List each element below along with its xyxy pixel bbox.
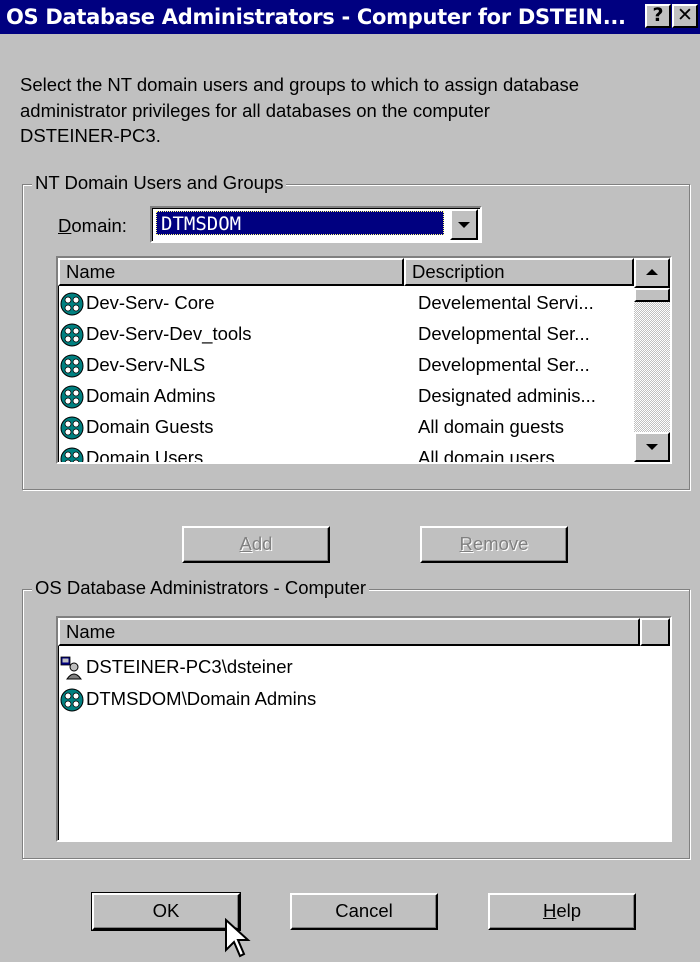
- domain-dropdown-button[interactable]: [450, 209, 478, 240]
- domain-users-list[interactable]: Name Description Dev-Serv- Core Develeme…: [56, 256, 672, 464]
- help-button[interactable]: Help: [488, 893, 636, 930]
- remove-label: emove: [472, 533, 529, 554]
- group-icon: [60, 385, 84, 409]
- list-item-description: Develemental Servi...: [418, 292, 594, 313]
- close-title-button[interactable]: ✕: [672, 4, 698, 28]
- help-label: elp: [556, 900, 582, 921]
- help-title-button[interactable]: ?: [645, 4, 671, 28]
- list-item[interactable]: Domain Users All domain users: [58, 443, 670, 464]
- nt-domain-group-legend: NT Domain Users and Groups: [32, 172, 287, 193]
- column-header-name[interactable]: Name: [58, 618, 640, 646]
- user-icon: [60, 656, 82, 680]
- os-db-admins-group-legend: OS Database Administrators - Computer: [32, 577, 370, 598]
- list-item[interactable]: DSTEINER-PC3\dsteiner: [58, 652, 670, 682]
- group-icon: [60, 323, 84, 347]
- list-item[interactable]: Dev-Serv-Dev_tools Developmental Ser...: [58, 319, 670, 350]
- domain-combobox[interactable]: DTMSDOM: [150, 206, 482, 243]
- list-item-description: Developmental Ser...: [418, 323, 590, 344]
- scroll-down-button[interactable]: [634, 432, 670, 462]
- group-icon: [60, 416, 84, 440]
- list-item[interactable]: DTMSDOM\Domain Admins: [58, 684, 670, 714]
- chevron-down-icon: [458, 222, 470, 228]
- scroll-up-button[interactable]: [634, 258, 670, 288]
- list-item-name: DTMSDOM\Domain Admins: [86, 688, 317, 709]
- instructions-line-3: DSTEINER-PC3.: [20, 125, 161, 146]
- domain-label-text: omain:: [71, 215, 127, 236]
- column-header-name[interactable]: Name: [58, 258, 404, 286]
- list-item-description: All domain users: [418, 447, 555, 464]
- list-item-description: Developmental Ser...: [418, 354, 590, 375]
- add-label: dd: [251, 533, 273, 554]
- list-item-description: All domain guests: [418, 416, 565, 437]
- instructions-line-2: administrator privileges for all databas…: [20, 100, 490, 121]
- domain-label-mnemonic: D: [58, 215, 72, 236]
- list-item-name: Dev-Serv- Core: [86, 292, 215, 313]
- add-button[interactable]: Add: [182, 526, 330, 563]
- domain-label: Domain:: [58, 215, 127, 236]
- list-item-name: Domain Guests: [86, 416, 214, 437]
- remove-button[interactable]: Remove: [420, 526, 568, 563]
- group-icon: [60, 354, 84, 378]
- group-icon: [60, 292, 84, 316]
- title-bar[interactable]: OS Database Administrators - Computer fo…: [0, 0, 700, 34]
- arrow-down-icon: [646, 444, 658, 450]
- column-header-blank[interactable]: [640, 618, 670, 646]
- list-item[interactable]: Dev-Serv-NLS Developmental Ser...: [58, 350, 670, 381]
- os-database-administrators-dialog: OS Database Administrators - Computer fo…: [0, 0, 700, 962]
- remove-mnemonic: R: [459, 533, 473, 554]
- domain-combobox-value: DTMSDOM: [156, 211, 444, 235]
- group-icon: [60, 688, 84, 712]
- ok-button[interactable]: OK: [91, 892, 241, 931]
- group-icon: [60, 447, 84, 462]
- add-mnemonic: A: [239, 533, 252, 554]
- mouse-pointer-icon: [225, 918, 251, 958]
- list-item-name: Dev-Serv-NLS: [86, 354, 206, 375]
- help-mnemonic: H: [542, 900, 557, 921]
- instructions-line-1: Select the NT domain users and groups to…: [20, 74, 580, 95]
- column-header-description[interactable]: Description: [404, 258, 634, 286]
- cancel-button[interactable]: Cancel: [290, 893, 438, 930]
- list-item[interactable]: Domain Guests All domain guests: [58, 412, 670, 443]
- list-item-name: Domain Admins: [86, 385, 216, 406]
- list-item[interactable]: Domain Admins Designated adminis...: [58, 381, 670, 412]
- list-item-description: Designated adminis...: [418, 385, 596, 406]
- arrow-up-icon: [646, 269, 658, 275]
- list-item-name: Dev-Serv-Dev_tools: [86, 323, 252, 344]
- admins-list[interactable]: Name DSTEINER-PC3\dsteiner DTMSDOM\Domai…: [56, 616, 672, 842]
- list-item-name: Domain Users: [86, 447, 204, 464]
- question-mark-icon: ?: [652, 4, 664, 26]
- window-title: OS Database Administrators - Computer fo…: [6, 5, 626, 29]
- list-item-name: DSTEINER-PC3\dsteiner: [86, 656, 293, 677]
- close-icon: ✕: [677, 4, 693, 26]
- scroll-thumb[interactable]: [634, 288, 670, 302]
- list-item[interactable]: Dev-Serv- Core Develemental Servi...: [58, 288, 670, 319]
